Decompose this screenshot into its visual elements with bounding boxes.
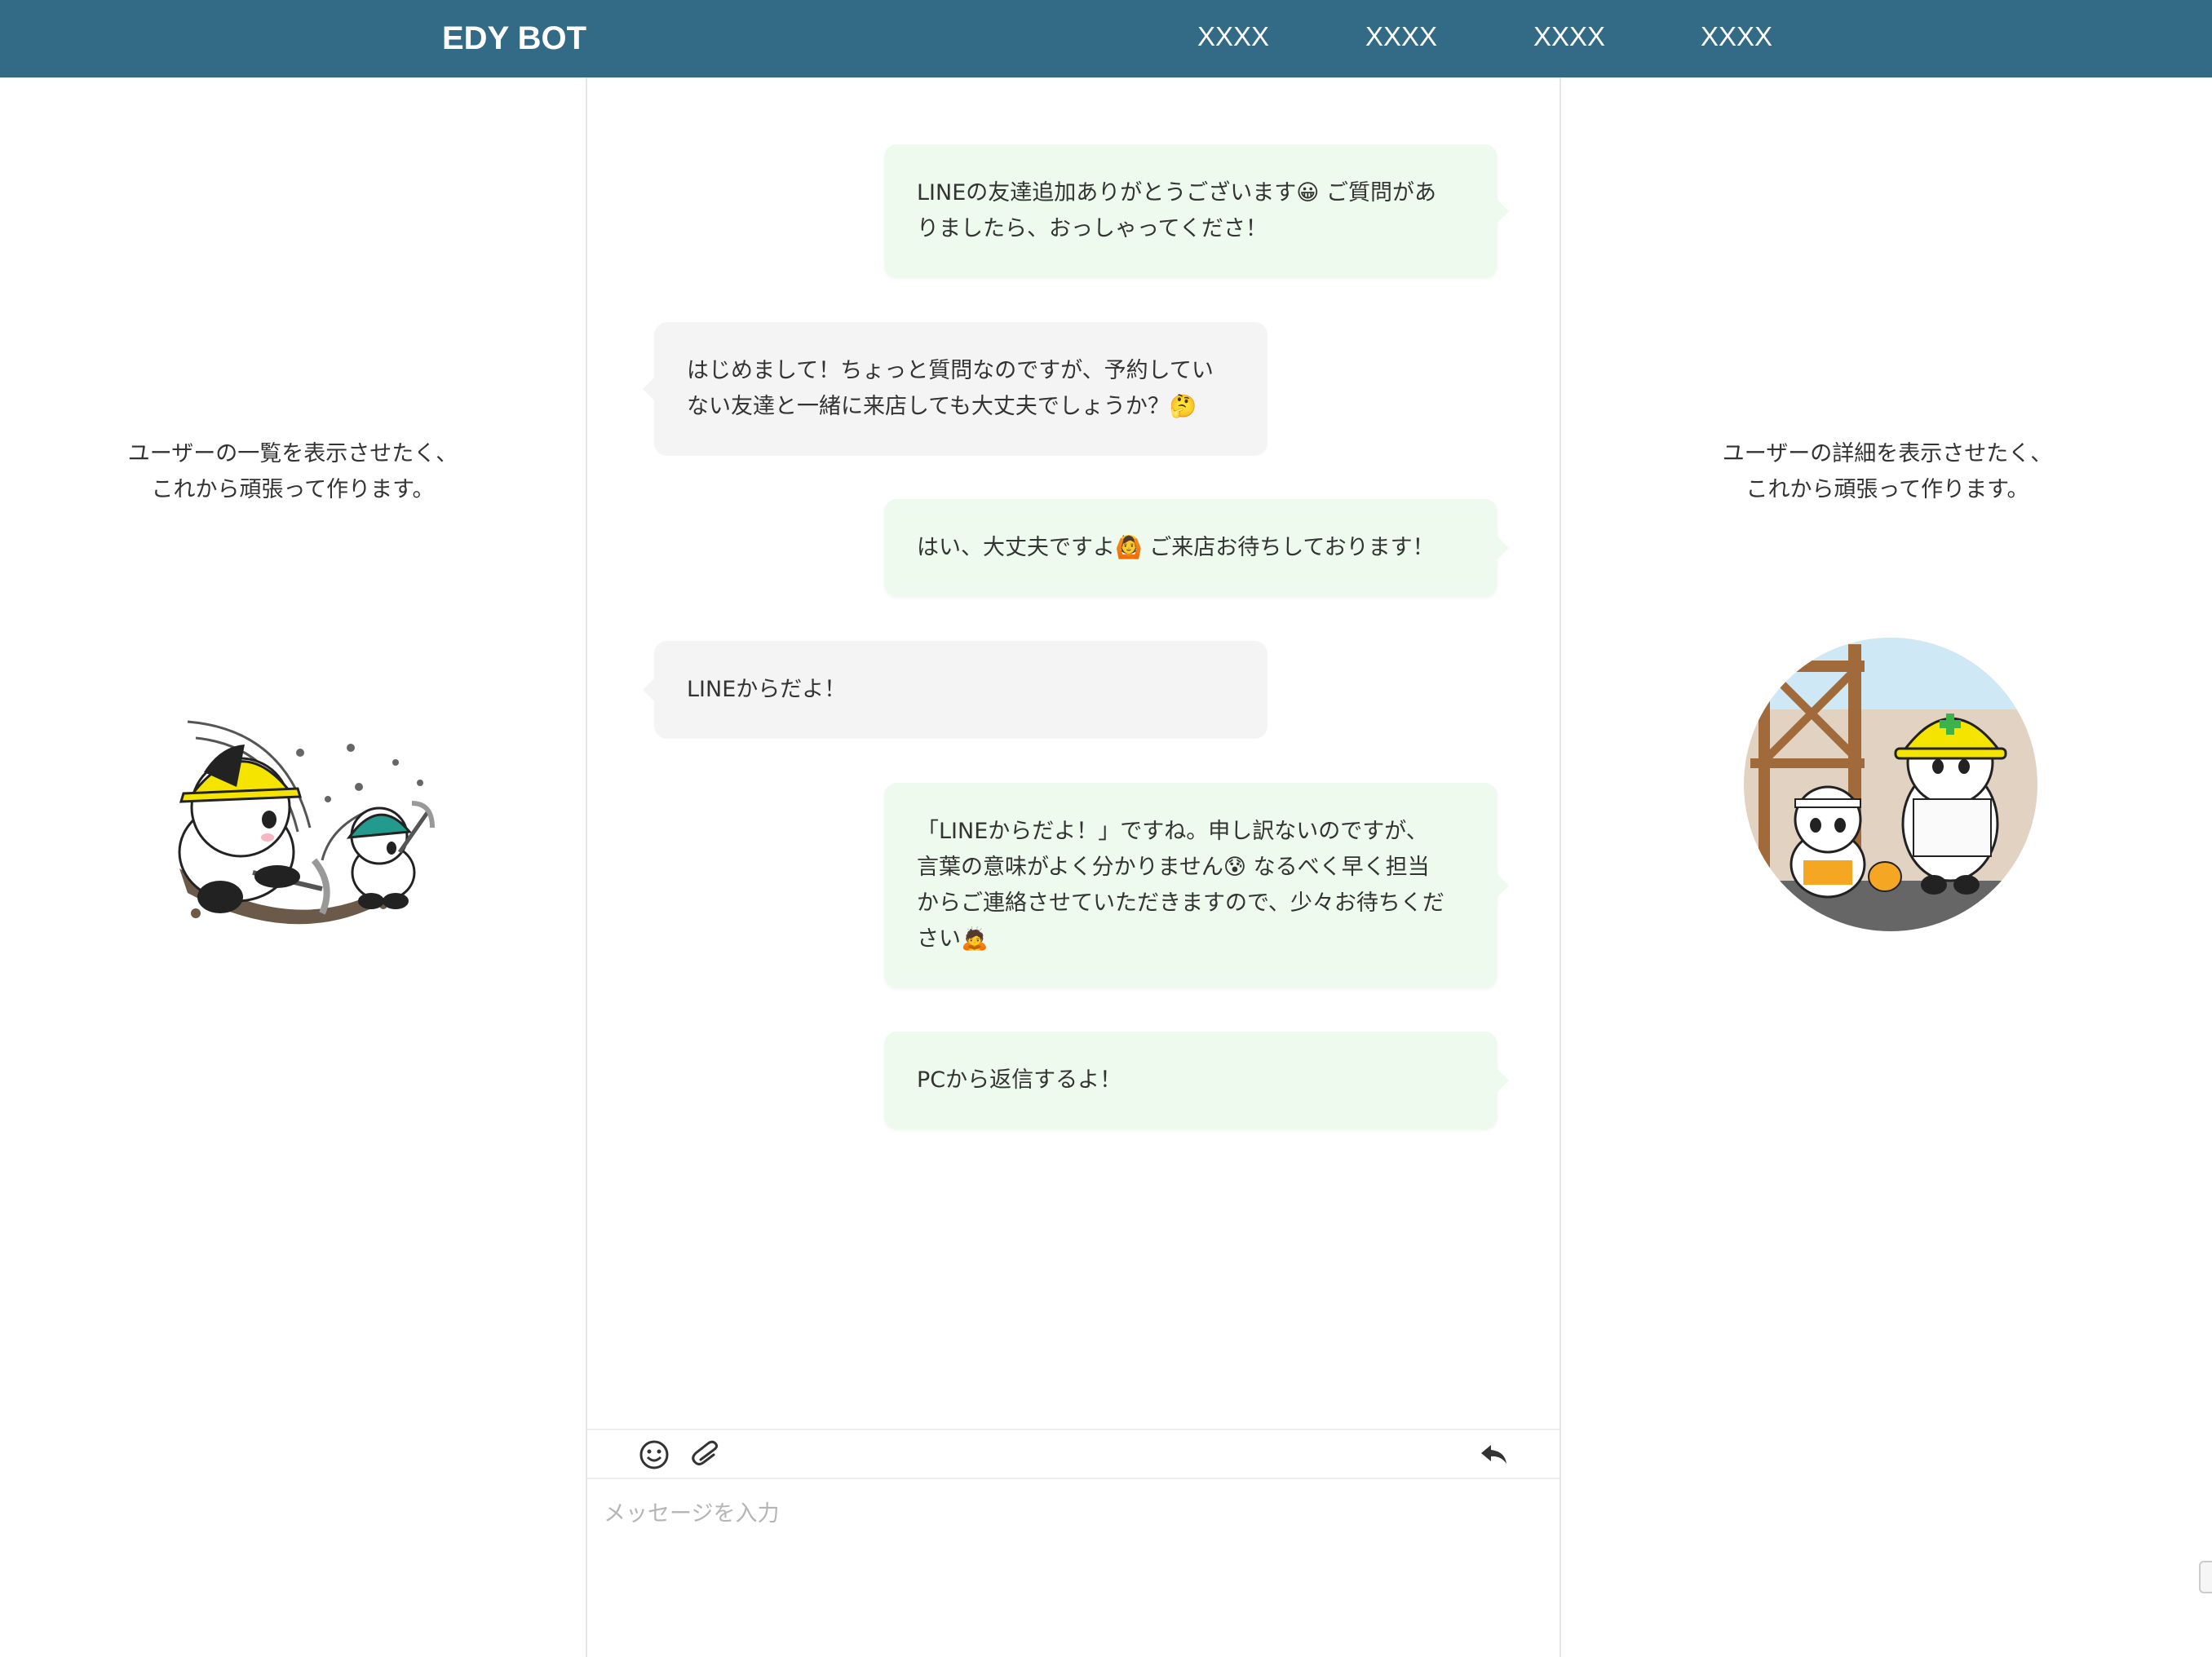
user-detail-placeholder-text: ユーザーの詳細を表示させたく、 これから頑張って作ります。 — [1563, 436, 2212, 508]
placeholder-line: これから頑張って作ります。 — [151, 477, 435, 502]
message-line: ない友達と一緒に来店しても大丈夫でしょうか？🤔 — [687, 394, 1197, 419]
message-line: LINEからだよ！ — [687, 677, 847, 702]
placeholder-line: これから頑張って作ります。 — [1745, 477, 2029, 502]
digging-pandas-illustration — [178, 720, 435, 925]
top-nav-bar: EDY BOT XXXX XXXX XXXX XXXX — [0, 0, 2212, 77]
message-line: はじめまして！ちょっと質問なのですが、予約してい — [687, 358, 1214, 383]
placeholder-line: ユーザーの詳細を表示させたく、 — [1722, 441, 2053, 466]
message-input[interactable] — [587, 1479, 1559, 1657]
user-message-bubble: LINEからだよ！ — [643, 641, 1267, 739]
nav-item-4[interactable]: XXXX — [1701, 0, 1772, 77]
bot-message-bubble: PCから返信するよ！ — [884, 1032, 1509, 1129]
composer-toolbar — [587, 1429, 1559, 1479]
user-detail-panel: ユーザーの詳細を表示させたく、 これから頑張って作ります。 — [1563, 77, 2212, 1657]
message-line: LINEの友達追加ありがとうございます😀 ご質問があ — [917, 180, 1436, 205]
bot-message-bubble: はい、大丈夫ですよ🙆 ご来店お待ちしております！ — [884, 499, 1509, 597]
brand-logo[interactable]: EDY BOT — [442, 0, 586, 77]
construction-pandas-illustration — [1744, 638, 2037, 931]
side-tab-handle[interactable] — [2199, 1561, 2212, 1593]
message-line: からご連絡させていただきますので、少々お待ちくだ — [917, 890, 1444, 916]
emoji-icon[interactable] — [638, 1438, 670, 1471]
message-line: PCから返信するよ！ — [917, 1067, 1122, 1093]
chat-panel: LINEの友達追加ありがとうございます😀 ご質問があ りましたら、おっしゃってく… — [586, 77, 1561, 1657]
placeholder-line: ユーザーの一覧を表示させたく、 — [127, 441, 458, 466]
message-line: はい、大丈夫ですよ🙆 ご来店お待ちしております！ — [917, 535, 1435, 560]
bot-message-bubble: 「LINEからだよ！」ですね。申し訳ないのですが、 言葉の意味がよく分かりません… — [884, 783, 1509, 988]
message-line: さい🙇 — [917, 926, 989, 952]
user-message-bubble: はじめまして！ちょっと質問なのですが、予約してい ない友達と一緒に来店しても大丈… — [643, 322, 1267, 456]
bot-message-bubble: LINEの友達追加ありがとうございます😀 ご質問があ りましたら、おっしゃってく… — [884, 144, 1509, 278]
user-list-placeholder-text: ユーザーの一覧を表示させたく、 これから頑張って作ります。 — [0, 436, 586, 508]
message-line: 「LINEからだよ！」ですね。申し訳ないのですが、 — [917, 819, 1428, 844]
message-line: りましたら、おっしゃってくださ！ — [917, 216, 1267, 241]
message-line: 言葉の意味がよく分かりません😰 なるべく早く担当 — [917, 855, 1430, 880]
user-list-panel: ユーザーの一覧を表示させたく、 これから頑張って作ります。 — [0, 77, 586, 1657]
nav-item-3[interactable]: XXXX — [1533, 0, 1605, 77]
attachment-icon[interactable] — [689, 1438, 722, 1471]
nav-item-2[interactable]: XXXX — [1365, 0, 1437, 77]
reply-icon[interactable] — [1478, 1438, 1511, 1471]
nav-item-1[interactable]: XXXX — [1197, 0, 1269, 77]
